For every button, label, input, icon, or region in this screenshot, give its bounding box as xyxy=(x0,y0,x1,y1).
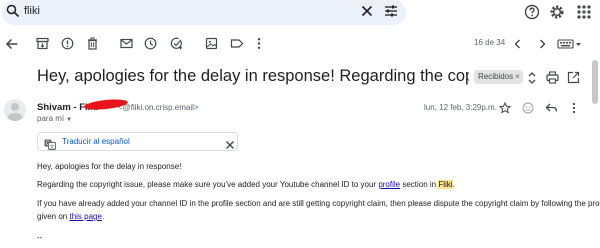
translate-link[interactable]: Traducir al español xyxy=(62,137,130,146)
older-chevron-icon[interactable] xyxy=(537,37,547,55)
clear-search-icon[interactable] xyxy=(360,4,374,23)
report-spam-icon[interactable] xyxy=(61,37,74,55)
add-to-tasks-icon[interactable] xyxy=(170,37,183,55)
message-more-options-icon[interactable] xyxy=(571,101,577,119)
translate-banner: G文 Traducir al español xyxy=(37,132,238,151)
search-icon[interactable] xyxy=(6,4,20,23)
gear-icon[interactable] xyxy=(549,4,565,25)
body-paragraph-2: Regarding the copyright issue, please ma… xyxy=(37,180,455,189)
message-toolbar xyxy=(0,34,600,56)
more-options-icon[interactable] xyxy=(256,37,262,55)
remove-label-icon[interactable]: × xyxy=(515,72,520,81)
pagination-count: 16 de 34 xyxy=(474,38,506,47)
body-paragraph-3-line-1: If you have already added your channel I… xyxy=(37,199,600,208)
top-bar: fliki xyxy=(0,0,600,27)
translate-icon: G文 xyxy=(44,137,56,155)
body-paragraph-1: Hey, apologies for the delay in response… xyxy=(37,162,182,171)
body-text-segment: . xyxy=(101,212,105,221)
sender-email: <@fliki.on.crisp.email> xyxy=(118,103,199,112)
sender-avatar[interactable] xyxy=(4,99,26,121)
search-bar[interactable]: fliki xyxy=(2,0,406,25)
avatar-body xyxy=(7,113,23,121)
email-subject: Hey, apologies for the delay in response… xyxy=(37,67,469,85)
email-date: lun, 12 feb, 3:29p.m. xyxy=(424,103,497,112)
signature-separator: -- xyxy=(37,233,43,242)
snooze-icon[interactable] xyxy=(144,37,157,55)
reply-icon[interactable] xyxy=(545,101,558,119)
archive-icon[interactable] xyxy=(36,37,49,55)
this-page-link[interactable]: this page xyxy=(69,212,101,221)
star-icon[interactable] xyxy=(498,101,512,119)
help-icon[interactable] xyxy=(524,4,540,25)
newer-chevron-icon[interactable] xyxy=(513,37,523,55)
scrollbar-thumb[interactable] xyxy=(592,60,598,104)
body-text-segment: given on xyxy=(37,212,70,221)
back-arrow-icon[interactable] xyxy=(5,37,19,56)
label-icon[interactable] xyxy=(230,37,244,55)
input-tools-icon[interactable] xyxy=(557,37,583,55)
highlighted-term: Fliki xyxy=(438,180,453,189)
recipient-label: para mí xyxy=(37,114,65,123)
body-text-segment: section in xyxy=(400,180,439,189)
recipient-details[interactable]: para mí ▼ xyxy=(37,114,72,123)
close-icon[interactable] xyxy=(225,137,235,155)
expand-all-icon[interactable] xyxy=(526,71,538,90)
mark-unread-icon[interactable] xyxy=(120,37,133,55)
body-text-segment: Regarding the copyright issue, please ma… xyxy=(37,180,379,189)
body-text-segment: . xyxy=(452,180,455,189)
open-new-window-icon[interactable] xyxy=(567,71,580,89)
svg-text:文: 文 xyxy=(49,143,54,150)
inbox-label-chip[interactable]: Recibidos × xyxy=(474,70,523,84)
move-to-icon[interactable] xyxy=(205,37,218,55)
avatar-head xyxy=(11,103,19,111)
search-input[interactable]: fliki xyxy=(24,5,40,17)
apps-grid-icon[interactable] xyxy=(576,4,592,25)
body-paragraph-3-line-2: given on this page. xyxy=(37,212,104,221)
caret-down-icon[interactable]: ▼ xyxy=(66,117,72,123)
delete-icon[interactable] xyxy=(86,37,99,55)
inbox-label-text: Recibidos xyxy=(478,72,514,81)
print-icon[interactable] xyxy=(546,71,559,89)
profile-link[interactable]: profile xyxy=(378,180,400,189)
emoji-reaction-icon[interactable] xyxy=(522,101,534,119)
search-options-icon[interactable] xyxy=(384,4,398,23)
